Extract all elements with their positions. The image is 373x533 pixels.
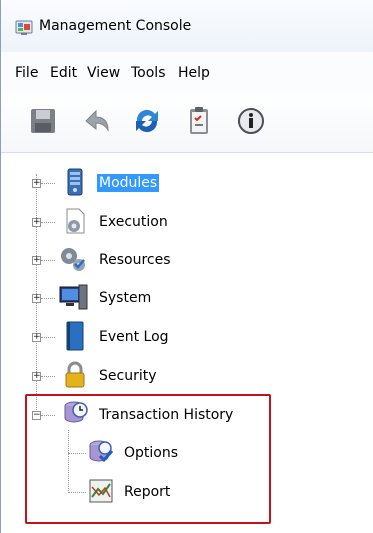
book-icon: [62, 321, 88, 351]
gear-document-icon: [62, 207, 88, 235]
undo-icon[interactable]: [78, 103, 114, 139]
tree-connector: [41, 183, 55, 184]
tree-connector: [41, 298, 55, 299]
computer-icon: [59, 283, 88, 311]
highlight-box: [25, 394, 271, 524]
title-bar: Management Console: [1, 0, 373, 52]
expand-toggle-system[interactable]: +: [32, 294, 41, 303]
expand-toggle-security[interactable]: +: [32, 372, 41, 381]
info-icon[interactable]: [233, 103, 269, 139]
server-icon: [62, 168, 88, 196]
gears-icon: [59, 245, 85, 273]
expand-toggle-event-log[interactable]: +: [32, 333, 41, 342]
expand-toggle-modules[interactable]: +: [32, 179, 41, 188]
expand-toggle-execution[interactable]: +: [32, 218, 41, 227]
console-app-icon: [15, 19, 33, 37]
tree-connector: [41, 376, 55, 377]
menu-view[interactable]: View: [87, 65, 120, 81]
tree-connector: [41, 222, 55, 223]
menu-tools[interactable]: Tools: [131, 65, 166, 81]
clipboard-icon[interactable]: [181, 103, 217, 139]
padlock-icon: [62, 361, 88, 389]
menu-edit[interactable]: Edit: [50, 65, 77, 81]
tree-node-modules[interactable]: Modules: [97, 174, 160, 192]
tree-node-security[interactable]: Security: [97, 367, 159, 385]
tree-connector: [41, 337, 55, 338]
menu-file[interactable]: File: [15, 65, 38, 81]
menu-help[interactable]: Help: [178, 65, 210, 81]
expand-toggle-resources[interactable]: +: [32, 256, 41, 265]
tree-node-event-log[interactable]: Event Log: [97, 328, 171, 346]
tree-node-resources[interactable]: Resources: [97, 251, 173, 269]
tree-node-execution[interactable]: Execution: [97, 213, 170, 231]
refresh-icon[interactable]: [129, 103, 165, 139]
management-console-window: Management Console File Edit View Tools …: [0, 0, 373, 533]
tree-node-system[interactable]: System: [97, 289, 153, 307]
tree-connector: [41, 260, 55, 261]
save-icon[interactable]: [25, 103, 61, 139]
window-title: Management Console: [39, 18, 192, 34]
